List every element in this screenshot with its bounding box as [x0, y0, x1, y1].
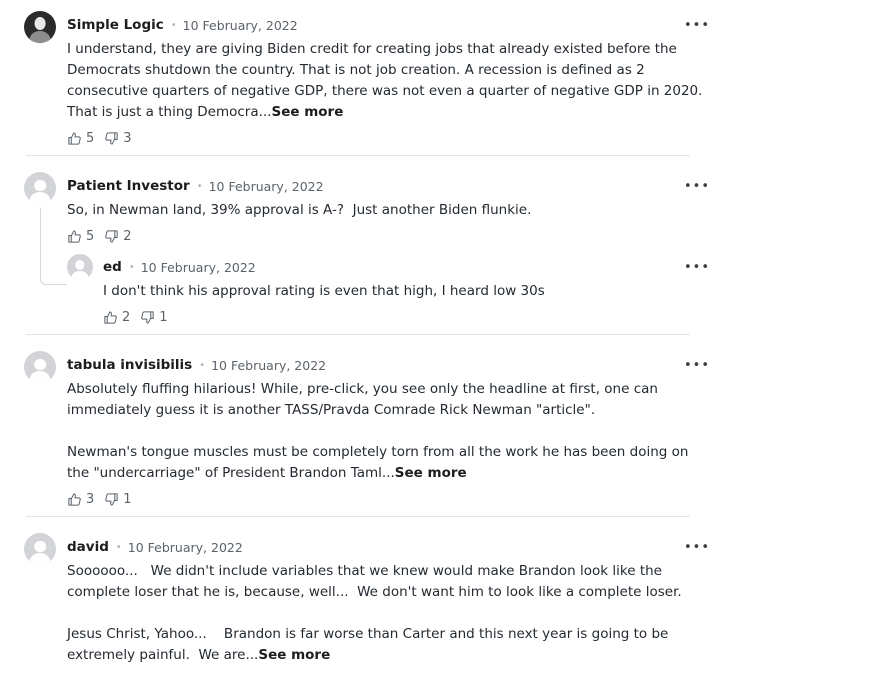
comment: david • 10 February, 2022 ••• Soooooo...… — [24, 517, 714, 666]
avatar[interactable] — [24, 11, 56, 43]
comment-text: I understand, they are giving Biden cred… — [67, 39, 714, 123]
thumbs-down-icon — [105, 229, 118, 242]
dislike-count: 3 — [123, 130, 132, 146]
vote-bar: 3 1 — [67, 490, 714, 508]
comment-date: 10 February, 2022 — [208, 178, 324, 194]
comment-text: I don't think his approval rating is eve… — [103, 283, 545, 299]
see-more-link[interactable]: See more — [271, 104, 343, 120]
comment-text: So, in Newman land, 39% approval is A-? … — [67, 202, 532, 218]
comment-date: 10 February, 2022 — [127, 539, 243, 555]
separator-dot: • — [128, 261, 135, 273]
more-options-icon[interactable]: ••• — [680, 18, 714, 33]
separator-dot: • — [196, 180, 203, 192]
separator-dot: • — [199, 359, 206, 371]
comment-author[interactable]: tabula invisibilis — [67, 357, 192, 373]
more-options-icon[interactable]: ••• — [680, 358, 714, 373]
avatar[interactable] — [67, 254, 93, 280]
separator-dot: • — [170, 19, 177, 31]
like-count: 3 — [86, 491, 95, 507]
dislike-button[interactable]: 1 — [140, 309, 168, 325]
like-count: 5 — [86, 228, 95, 244]
vote-bar: 2 1 — [103, 308, 714, 326]
comment-body: I understand, they are giving Biden cred… — [67, 41, 707, 120]
comment-author[interactable]: david — [67, 539, 109, 555]
comment-date: 10 February, 2022 — [140, 259, 256, 275]
comment-date: 10 February, 2022 — [211, 357, 327, 373]
thread-line — [40, 208, 67, 285]
more-options-icon[interactable]: ••• — [680, 260, 714, 275]
like-count: 2 — [122, 309, 131, 325]
dislike-button[interactable]: 3 — [104, 130, 132, 146]
comment-date: 10 February, 2022 — [182, 17, 298, 33]
comment-body: Soooooo... We didn't include variables t… — [67, 563, 682, 663]
vote-bar: 5 3 — [67, 129, 714, 147]
dislike-count: 1 — [123, 491, 132, 507]
dislike-button[interactable]: 1 — [104, 491, 132, 507]
like-button[interactable]: 5 — [67, 229, 94, 244]
like-button[interactable]: 2 — [103, 310, 130, 325]
separator-dot: • — [115, 541, 122, 553]
thumbs-up-icon — [68, 230, 81, 243]
comment: Patient Investor • 10 February, 2022 •••… — [24, 156, 714, 335]
vote-bar: 5 2 — [67, 227, 714, 245]
thumbs-down-icon — [105, 131, 118, 144]
comment-text: Soooooo... We didn't include variables t… — [67, 561, 714, 666]
more-options-icon[interactable]: ••• — [680, 540, 714, 555]
like-button[interactable]: 3 — [67, 492, 94, 507]
dislike-button[interactable]: 2 — [104, 228, 132, 244]
see-more-link[interactable]: See more — [258, 647, 330, 663]
thumbs-up-icon — [68, 493, 81, 506]
comment-author[interactable]: Simple Logic — [67, 17, 164, 33]
comment-author[interactable]: ed — [103, 259, 122, 275]
thumbs-up-icon — [104, 311, 117, 324]
like-count: 5 — [86, 130, 95, 146]
comment: tabula invisibilis • 10 February, 2022 •… — [24, 335, 714, 517]
see-more-link[interactable]: See more — [395, 465, 467, 481]
avatar[interactable] — [24, 351, 56, 383]
avatar[interactable] — [24, 172, 56, 204]
thumbs-down-icon — [141, 310, 154, 323]
reply: ed • 10 February, 2022 ••• I don't think… — [67, 253, 714, 326]
comment-body: Absolutely fluffing hilarious! While, pr… — [67, 381, 689, 481]
comments-feed: Simple Logic • 10 February, 2022 ••• I u… — [24, 0, 714, 666]
dislike-count: 1 — [159, 309, 168, 325]
comment: Simple Logic • 10 February, 2022 ••• I u… — [24, 0, 714, 156]
dislike-count: 2 — [123, 228, 132, 244]
like-button[interactable]: 5 — [67, 131, 94, 146]
comment-author[interactable]: Patient Investor — [67, 178, 190, 194]
avatar[interactable] — [24, 533, 56, 565]
more-options-icon[interactable]: ••• — [680, 179, 714, 194]
thumbs-up-icon — [68, 132, 81, 145]
comment-text: Absolutely fluffing hilarious! While, pr… — [67, 379, 714, 484]
thumbs-down-icon — [105, 492, 118, 505]
